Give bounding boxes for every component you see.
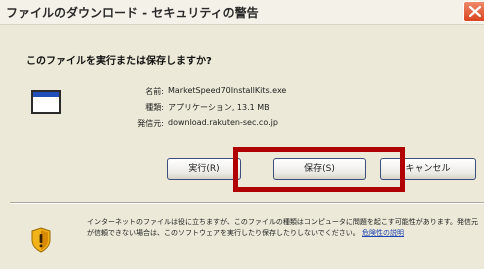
file-source-value: download.rakuten-sec.co.jp (168, 118, 278, 127)
annotation-highlight-box (233, 147, 405, 192)
risk-explanation-link[interactable]: 危険性の説明 (362, 229, 404, 237)
close-icon (469, 6, 481, 17)
file-download-security-dialog: ファイルのダウンロード - セキュリティの警告 このファイルを実行または保存しま… (0, 0, 484, 269)
window-title: ファイルのダウンロード - セキュリティの警告 (6, 6, 259, 20)
file-name-label: 名前: (145, 87, 164, 96)
file-type-label: 種類: (145, 103, 164, 112)
close-button[interactable] (463, 1, 484, 22)
file-type-row: 種類: アプリケーション, 13.1 MB (80, 102, 400, 114)
prompt-question: このファイルを実行または保存しますか? (26, 56, 212, 67)
file-name-row: 名前: MarketSpeed70InstallKits.exe (80, 86, 400, 98)
run-button[interactable]: 実行(R) (167, 158, 241, 180)
security-shield-icon (31, 227, 51, 253)
security-warning-message: インターネットのファイルは役に立ちますが、このファイルの種類はコンピュータに問題… (87, 217, 480, 239)
file-name-value: MarketSpeed70InstallKits.exe (168, 86, 287, 95)
application-file-icon (31, 90, 61, 114)
file-source-label: 発信元: (137, 119, 164, 128)
separator-line (10, 202, 484, 204)
file-type-value: アプリケーション, 13.1 MB (168, 103, 270, 112)
file-source-row: 発信元: download.rakuten-sec.co.jp (80, 118, 400, 130)
warning-text: インターネットのファイルは役に立ちますが、このファイルの種類はコンピュータに問題… (87, 218, 479, 237)
title-bar[interactable]: ファイルのダウンロード - セキュリティの警告 (0, 0, 484, 25)
file-icon-titlebar (33, 92, 59, 97)
